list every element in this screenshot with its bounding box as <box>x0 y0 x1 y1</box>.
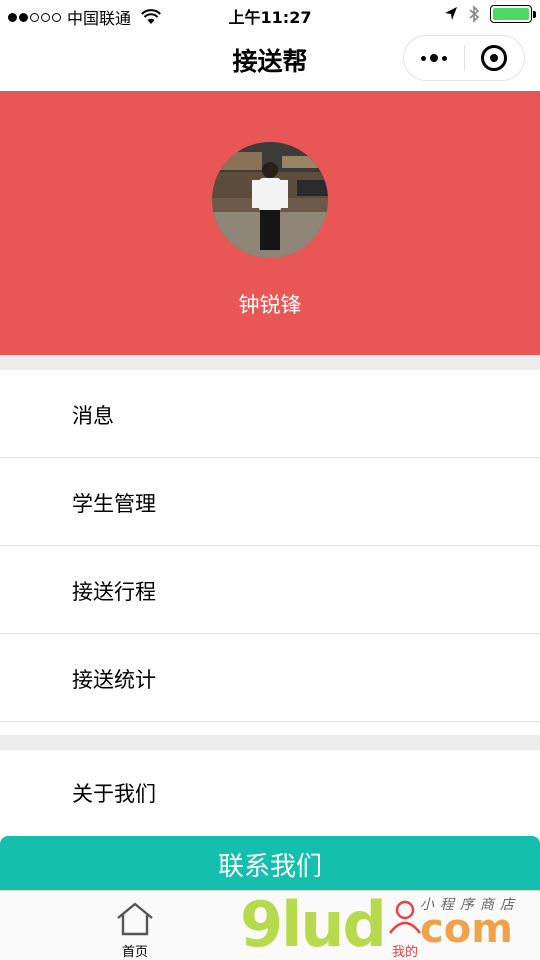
user-name: 钟锐锋 <box>238 293 302 317</box>
bluetooth-icon <box>469 5 480 23</box>
menu-item-pickup-statistics[interactable]: 接送统计 <box>0 634 540 722</box>
miniprogram-capsule <box>403 35 525 81</box>
location-arrow-icon <box>445 7 457 20</box>
close-miniprogram-button[interactable] <box>465 36 524 80</box>
menu-item-label: 接送统计 <box>72 668 156 692</box>
menu-item-about-us[interactable]: 关于我们 <box>0 750 540 838</box>
profile-header: 钟锐锋 <box>0 91 540 355</box>
home-icon <box>117 902 153 936</box>
watermark-suffix: com <box>420 906 513 952</box>
tab-home[interactable]: 首页 <box>75 891 195 960</box>
watermark-logo: 9lud 小程序商店 com <box>240 888 540 960</box>
target-circle-icon <box>481 45 508 71</box>
menu-item-label: 关于我们 <box>72 782 156 806</box>
menu-item-label: 学生管理 <box>72 492 156 516</box>
section-divider <box>0 355 540 370</box>
menu-item-messages[interactable]: 消息 <box>0 370 540 458</box>
status-bar: 中国联通 上午11:27 <box>0 0 540 30</box>
section-divider <box>0 735 540 750</box>
avatar[interactable] <box>212 142 328 258</box>
avatar-photo <box>212 142 328 258</box>
menu-item-pickup-trips[interactable]: 接送行程 <box>0 546 540 634</box>
menu-item-label: 接送行程 <box>72 580 156 604</box>
menu-item-student-management[interactable]: 学生管理 <box>0 458 540 546</box>
battery-icon <box>490 5 536 23</box>
menu-item-label: 消息 <box>72 404 114 428</box>
tab-home-label: 首页 <box>121 945 148 960</box>
watermark-brand: 9lud <box>240 888 387 960</box>
more-options-button[interactable] <box>404 36 464 80</box>
status-right <box>444 5 536 23</box>
navigation-bar: 接送帮 <box>0 30 540 90</box>
